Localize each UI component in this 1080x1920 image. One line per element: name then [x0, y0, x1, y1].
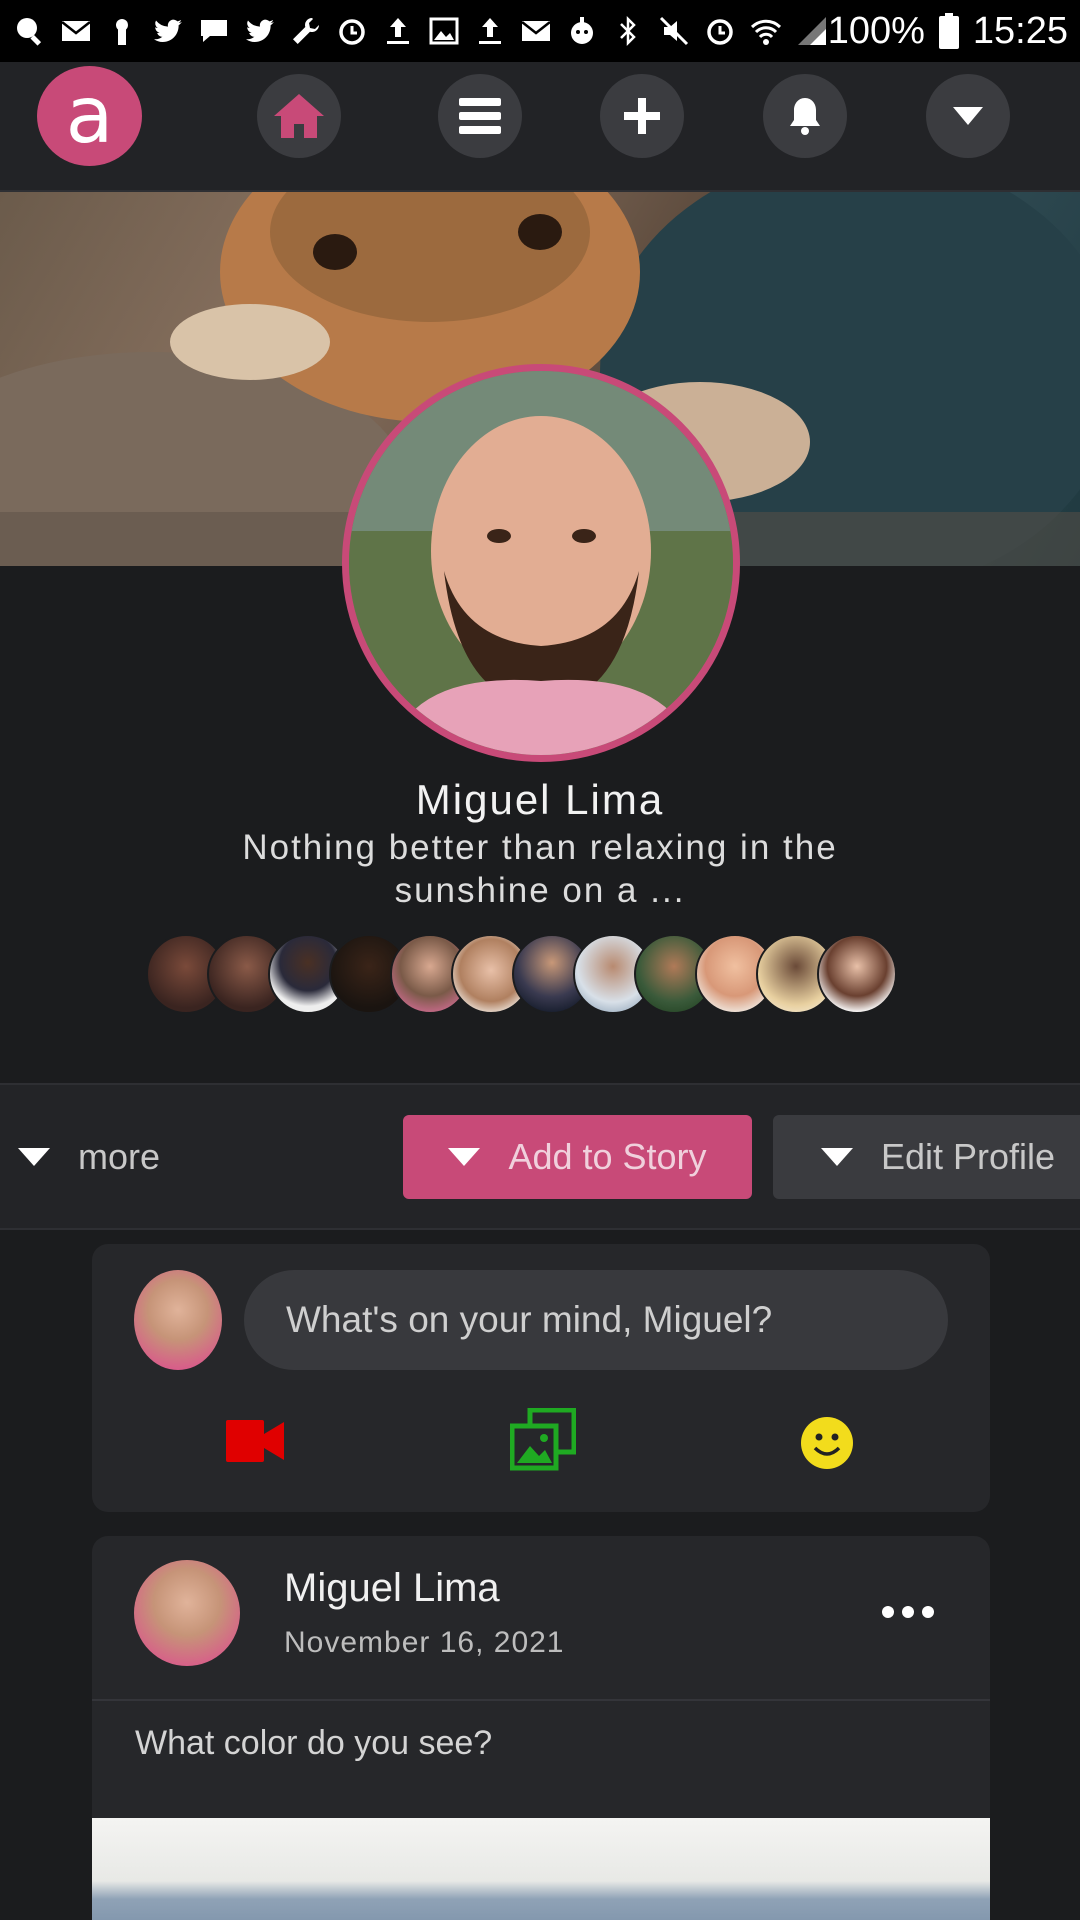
create-button[interactable] — [600, 74, 684, 158]
post-date[interactable]: November 16, 2021 — [284, 1626, 565, 1660]
search-icon — [17, 18, 42, 46]
battery-level: 100% — [827, 9, 925, 52]
clock: 15:25 — [972, 9, 1068, 52]
emoji-icon[interactable] — [800, 1416, 854, 1470]
friends-avatars — [146, 934, 897, 1014]
post-composer: What's on your mind, Miguel? — [92, 1244, 990, 1512]
menu-icon — [459, 98, 501, 134]
profile-name: Miguel Lima — [415, 776, 665, 823]
friend-avatar[interactable] — [817, 934, 897, 1014]
app-logo[interactable]: a — [37, 66, 142, 166]
status-right: 100% 15:25 — [828, 8, 1068, 54]
video-icon[interactable] — [226, 1416, 286, 1466]
bot-icon — [571, 17, 593, 44]
more-label: more — [78, 1136, 161, 1177]
post-author-avatar[interactable] — [134, 1560, 240, 1666]
profile-actions: more Add to Story Edit Profile — [0, 1083, 1080, 1230]
top-navigation: a — [0, 62, 1080, 192]
alarm-icon — [707, 19, 733, 45]
plus-icon — [624, 98, 660, 134]
mail-icon — [521, 21, 551, 41]
dropdown-icon — [953, 107, 983, 125]
composer-avatar[interactable] — [134, 1270, 222, 1370]
home-icon — [274, 94, 324, 138]
bell-icon — [790, 98, 820, 135]
more-button[interactable]: more — [18, 1115, 160, 1199]
keyhole-icon — [116, 19, 128, 45]
upload-icon — [479, 18, 501, 44]
post-text: What color do you see? — [135, 1724, 493, 1762]
image-icon — [429, 17, 459, 45]
add-to-story-label: Add to Story — [508, 1136, 707, 1177]
status-icons — [14, 12, 828, 50]
twitter-icon — [246, 19, 274, 42]
upload-icon — [387, 18, 409, 44]
dot — [922, 1606, 934, 1618]
post-author-name[interactable]: Miguel Lima — [284, 1566, 500, 1611]
status-bar: 100% 15:25 — [0, 0, 1080, 62]
chat-icon — [201, 20, 227, 42]
composer-input[interactable]: What's on your mind, Miguel? — [244, 1270, 948, 1370]
dot — [902, 1606, 914, 1618]
edit-profile-label: Edit Profile — [881, 1136, 1056, 1177]
mute-icon — [659, 16, 689, 46]
bluetooth-icon — [620, 15, 636, 47]
composer-placeholder: What's on your mind, Miguel? — [286, 1299, 773, 1340]
mail-icon — [61, 21, 91, 41]
caret-down-icon — [18, 1148, 50, 1166]
profile-photo — [349, 371, 733, 755]
feed-post: Miguel Lima November 16, 2021 What color… — [92, 1536, 990, 1920]
caret-down-icon — [821, 1148, 853, 1166]
home-button[interactable] — [257, 74, 341, 158]
account-menu-button[interactable] — [926, 74, 1010, 158]
menu-button[interactable] — [438, 74, 522, 158]
edit-profile-button[interactable]: Edit Profile — [773, 1115, 1080, 1199]
wrench-icon — [293, 18, 319, 44]
photo-icon[interactable] — [510, 1408, 576, 1472]
post-options-button[interactable] — [882, 1606, 934, 1618]
wifi-icon — [750, 19, 782, 45]
alarm-icon — [339, 19, 365, 45]
profile-bio: Nothing better than relaxing in the suns… — [242, 828, 838, 910]
signal-icon — [798, 17, 826, 45]
notifications-button[interactable] — [763, 74, 847, 158]
twitter-icon — [154, 19, 182, 42]
add-to-story-button[interactable]: Add to Story — [403, 1115, 752, 1199]
post-image[interactable] — [92, 1818, 990, 1920]
battery-icon — [938, 13, 959, 49]
post-divider — [92, 1699, 990, 1701]
profile-avatar[interactable] — [342, 364, 740, 762]
dot — [882, 1606, 894, 1618]
caret-down-icon — [448, 1148, 481, 1166]
